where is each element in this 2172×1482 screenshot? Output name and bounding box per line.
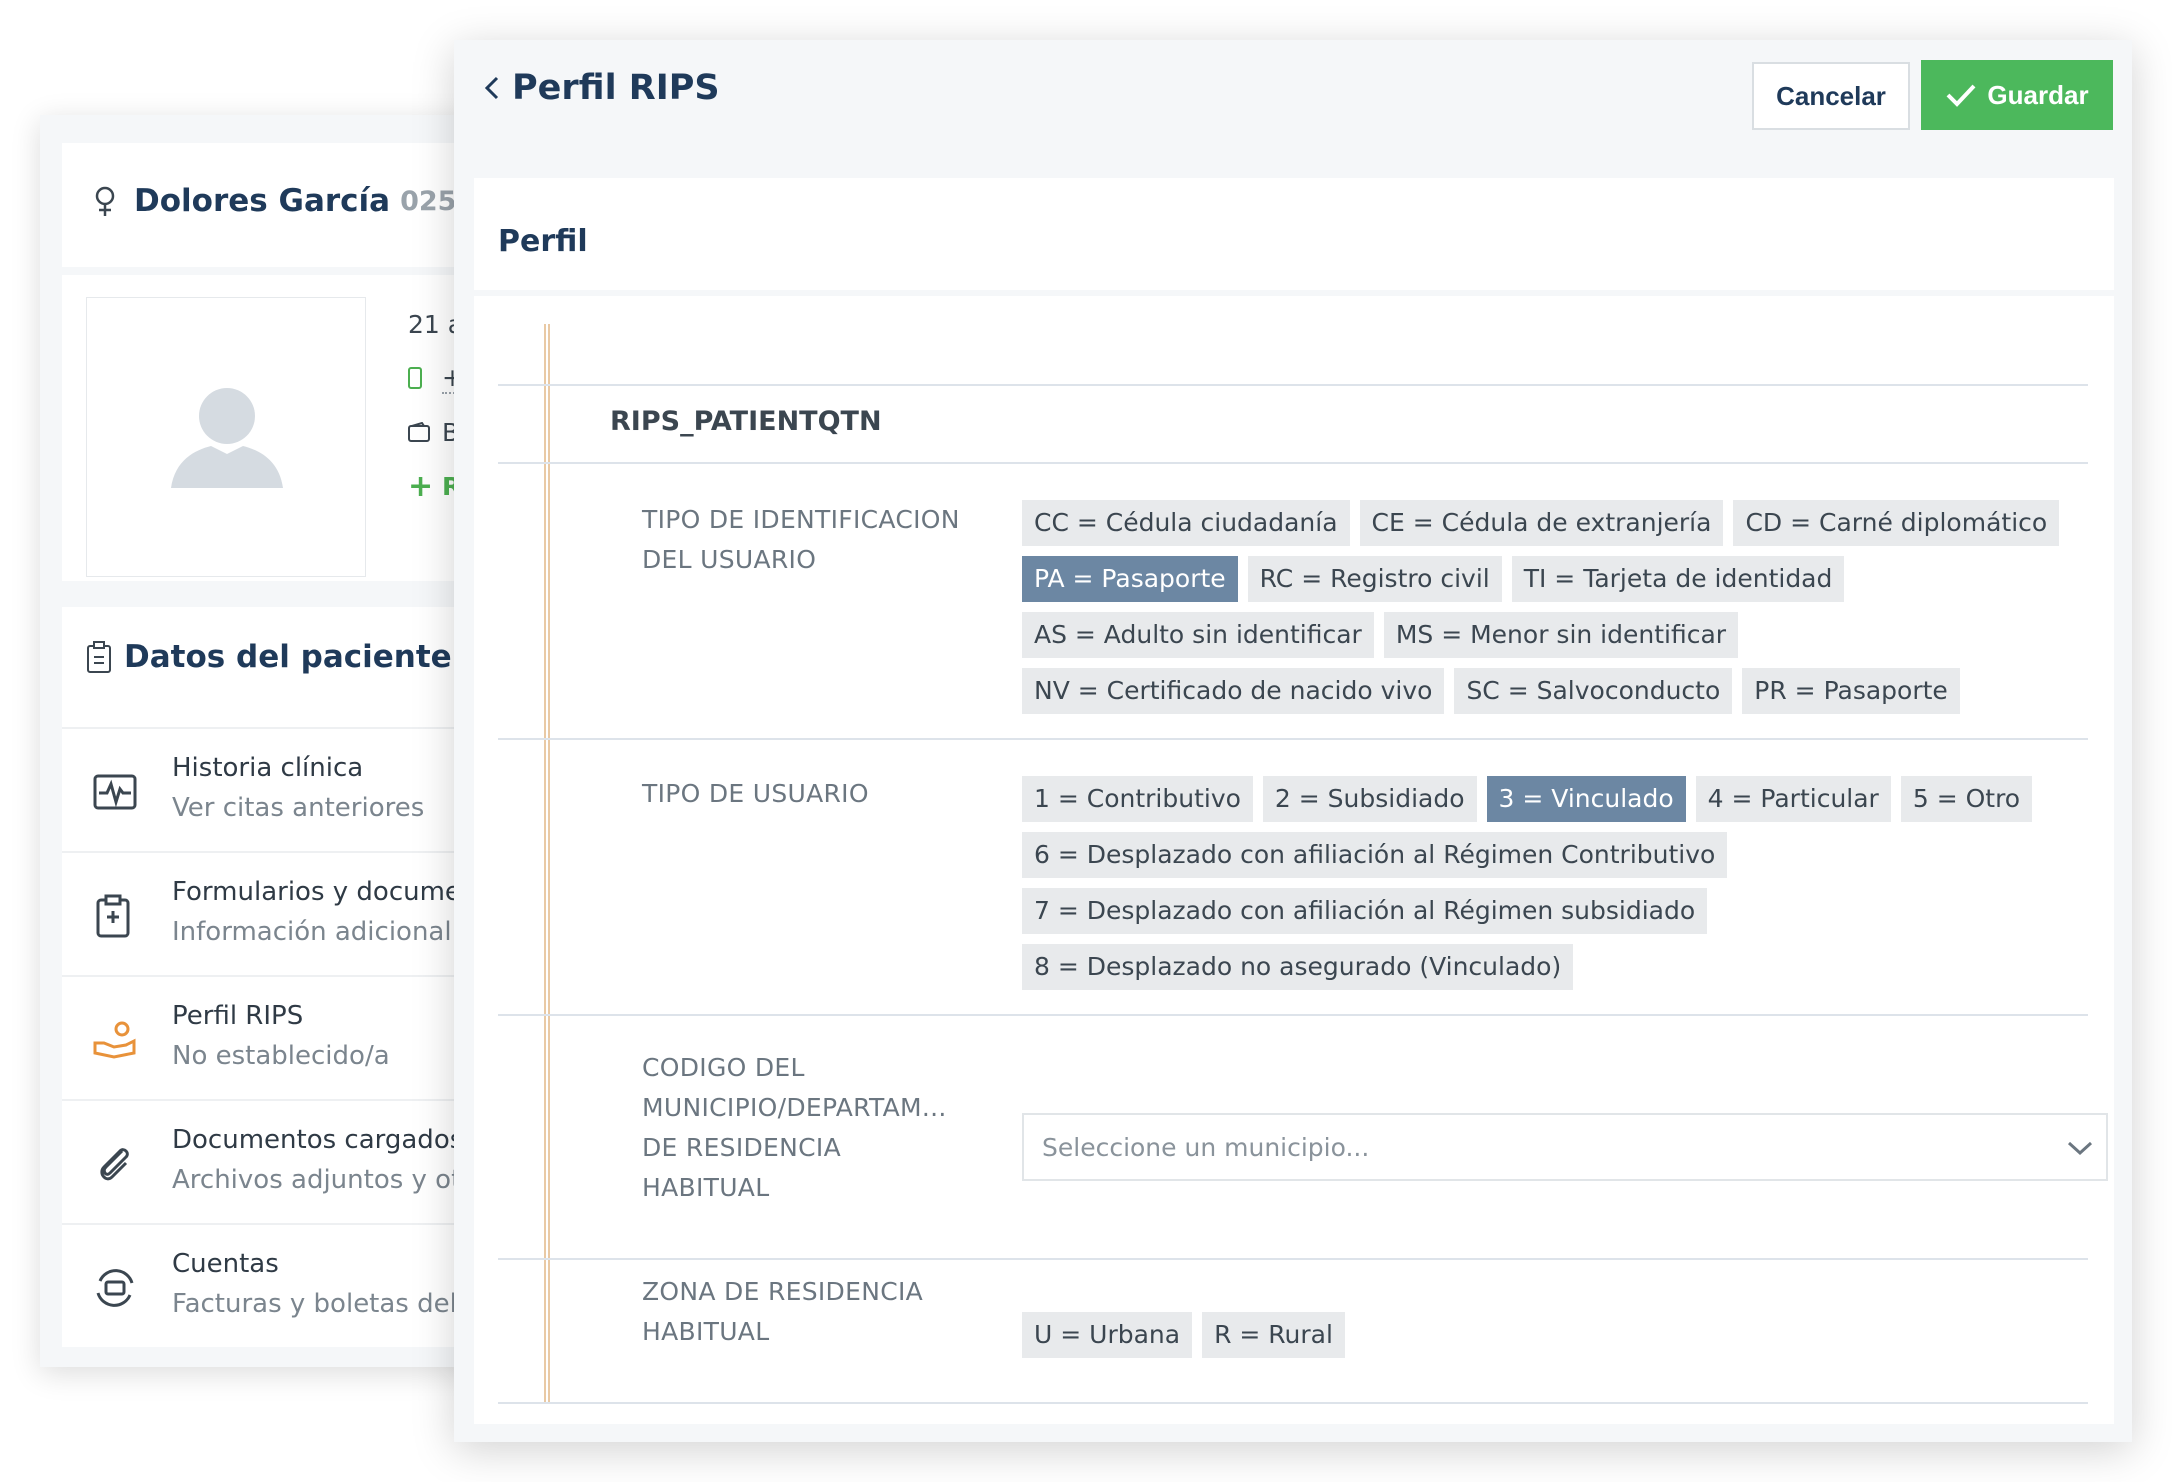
option-chip[interactable]: CE = Cédula de extranjería (1359, 500, 1724, 546)
label-line: DE RESIDENCIA (642, 1133, 841, 1162)
panel-header: Perfil (474, 178, 2114, 296)
plus-icon: + (408, 468, 434, 504)
label-line: HABITUAL (642, 1173, 770, 1202)
option-chip[interactable]: 7 = Desplazado con afiliación al Régimen… (1022, 888, 1708, 934)
billing-icon (96, 1269, 134, 1307)
option-chip[interactable]: R = Rural (1202, 1312, 1345, 1358)
modal-header: Perfil RIPS (482, 68, 720, 108)
divider (498, 1402, 2088, 1404)
option-chip[interactable]: TI = Tarjeta de identidad (1511, 556, 1845, 602)
menu-item-title: Historia clínica (172, 753, 364, 783)
options-zona: U = Urbana R = Rural (1022, 1312, 2082, 1358)
menu-item-title: Cuentas (172, 1249, 279, 1279)
cancel-button[interactable]: Cancelar (1752, 62, 1910, 130)
municipio-select[interactable]: Seleccione un municipio... (1022, 1113, 2108, 1181)
option-chip[interactable]: PR = Pasaporte (1742, 668, 1960, 714)
check-icon (1947, 84, 1976, 107)
option-chip[interactable]: CC = Cédula ciudadanía (1022, 500, 1350, 546)
label-line: HABITUAL (642, 1317, 770, 1346)
option-chip-selected[interactable]: 3 = Vinculado (1486, 776, 1686, 822)
patient-name: Dolores García (134, 183, 391, 219)
menu-item-title: Perfil RIPS (172, 1001, 304, 1031)
patient-photo[interactable] (86, 297, 366, 577)
divider (498, 462, 2088, 464)
menu-item-subtitle: Facturas y boletas del p (172, 1289, 482, 1319)
menu-item-subtitle: Ver citas anteriores (172, 793, 425, 823)
avatar-placeholder-icon (171, 388, 283, 488)
option-chip-selected[interactable]: PA = Pasaporte (1022, 556, 1238, 602)
option-chip[interactable]: 5 = Otro (1900, 776, 2033, 822)
menu-item-subtitle: No establecido/a (172, 1041, 390, 1071)
chevron-down-icon (2067, 1141, 2093, 1156)
label-line: TIPO DE IDENTIFICACION (642, 505, 960, 534)
tree-guide-line (544, 324, 550, 1404)
section-title: Datos del paciente (124, 639, 452, 675)
save-button[interactable]: Guardar (1921, 60, 2113, 130)
option-chip[interactable]: SC = Salvoconducto (1454, 668, 1733, 714)
divider (498, 1258, 2088, 1260)
wallet-icon (408, 422, 430, 442)
option-chip[interactable]: MS = Menor sin identificar (1383, 612, 1739, 658)
menu-item-title: Documentos cargados (172, 1125, 464, 1155)
field-label-tipo-identificacion: TIPO DE IDENTIFICACION DEL USUARIO (642, 500, 960, 580)
hand-coin-icon (93, 1021, 136, 1059)
option-chip[interactable]: U = Urbana (1022, 1312, 1193, 1358)
chevron-left-icon[interactable] (482, 73, 502, 103)
heartbeat-icon (93, 774, 137, 810)
menu-item-subtitle: Información adicional d (172, 917, 477, 947)
panel-title: Perfil (498, 224, 588, 259)
paperclip-icon (100, 1148, 129, 1181)
field-label-zona: ZONA DE RESIDENCIA HABITUAL (642, 1272, 923, 1352)
menu-item-title: Formularios y documen (172, 877, 478, 907)
options-tipo-identificacion: CC = Cédula ciudadanía CE = Cédula de ex… (1022, 500, 2082, 714)
mobile-phone-icon (408, 367, 422, 389)
option-chip[interactable]: 6 = Desplazado con afiliación al Régimen… (1022, 832, 1728, 878)
divider (498, 738, 2088, 740)
female-icon (95, 186, 115, 216)
option-chip[interactable]: RC = Registro civil (1247, 556, 1502, 602)
select-placeholder: Seleccione un municipio... (1042, 1133, 1370, 1162)
divider (498, 384, 2088, 386)
profile-panel: Perfil RIPS_PATIENTQTN TIPO DE IDENTIFIC… (474, 178, 2114, 1424)
save-label: Guardar (1987, 79, 2089, 110)
label-line: CODIGO DEL (642, 1053, 805, 1082)
clipboard-icon (96, 894, 130, 938)
modal-title: Perfil RIPS (512, 68, 720, 108)
section-title-row: Datos del paciente (86, 639, 452, 675)
field-label-municipio: CODIGO DEL MUNICIPIO/DEPARTAM... DE RESI… (642, 1048, 947, 1208)
option-chip[interactable]: 8 = Desplazado no asegurado (Vinculado) (1022, 944, 1574, 990)
field-label-tipo-usuario: TIPO DE USUARIO (642, 774, 869, 814)
option-chip[interactable]: CD = Carné diplomático (1733, 500, 2060, 546)
option-chip[interactable]: 4 = Particular (1695, 776, 1891, 822)
options-tipo-usuario: 1 = Contributivo 2 = Subsidiado 3 = Vinc… (1022, 776, 2082, 990)
divider (498, 1014, 2088, 1016)
label-line: TIPO DE USUARIO (642, 779, 869, 808)
option-chip[interactable]: AS = Adulto sin identificar (1022, 612, 1374, 658)
perfil-rips-modal: Perfil RIPS Cancelar Guardar Perfil RIPS… (454, 40, 2132, 1442)
option-chip[interactable]: NV = Certificado de nacido vivo (1022, 668, 1445, 714)
label-line: MUNICIPIO/DEPARTAM... (642, 1093, 947, 1122)
menu-item-subtitle: Archivos adjuntos y otr (172, 1165, 472, 1195)
option-chip[interactable]: 1 = Contributivo (1022, 776, 1253, 822)
option-chip[interactable]: 2 = Subsidiado (1262, 776, 1477, 822)
clipboard-small-icon (87, 641, 111, 673)
label-line: ZONA DE RESIDENCIA (642, 1277, 924, 1306)
label-line: DEL USUARIO (642, 545, 817, 574)
group-title: RIPS_PATIENTQTN (610, 406, 882, 437)
